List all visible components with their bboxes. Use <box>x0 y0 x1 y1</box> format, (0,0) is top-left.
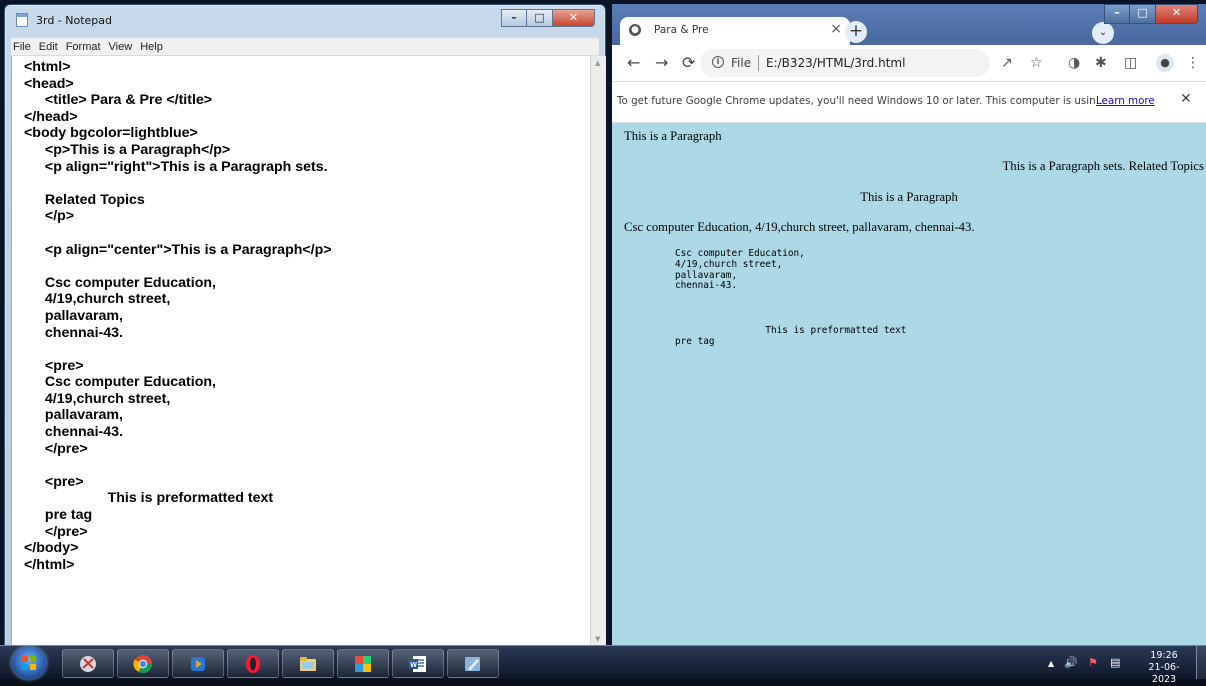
taskbar-snipping-tool[interactable] <box>62 649 114 678</box>
taskbar-opera[interactable] <box>227 649 279 678</box>
chrome-maximize-button[interactable]: □ <box>1130 4 1156 24</box>
chrome-close-button[interactable]: ✕ <box>1156 4 1198 24</box>
notepad-window: 3rd - Notepad – □ ✕ File Edit Format Vie… <box>4 4 606 647</box>
address-paragraph: Csc computer Education, 4/19,church stre… <box>624 220 975 234</box>
menu-help[interactable]: Help <box>136 41 167 53</box>
notepad-vertical-scrollbar[interactable]: ▲ ▼ <box>590 56 606 646</box>
taskbar-media-player[interactable] <box>172 649 224 678</box>
preformatted-block-2: This is preformatted text pre tag <box>675 325 907 347</box>
site-info-icon[interactable]: i <box>712 56 724 68</box>
paint-icon <box>465 657 480 671</box>
taskbar-clock[interactable]: 19:26 21-06-2023 <box>1144 650 1184 686</box>
taskbar-file-explorer[interactable] <box>282 649 334 678</box>
paragraph-center: This is a Paragraph <box>860 190 958 204</box>
extensions-puzzle-icon[interactable]: ✱ <box>1095 54 1107 72</box>
taskbar-chrome[interactable] <box>117 649 169 678</box>
word-icon: W <box>409 656 426 672</box>
notepad-content[interactable]: <html> <head> <title> Para & Pre </title… <box>24 59 332 573</box>
learn-more-link[interactable]: Learn more <box>1096 95 1155 107</box>
svg-text:W: W <box>410 662 417 669</box>
notepad-text-area[interactable]: <html> <head> <title> Para & Pre </title… <box>11 56 590 646</box>
action-center-flag-icon[interactable]: ⚑ <box>1088 656 1098 669</box>
address-separator <box>758 55 759 71</box>
snipping-tool-icon <box>80 656 96 672</box>
taskbar-paint[interactable] <box>447 649 499 678</box>
profile-avatar-icon[interactable]: ● <box>1156 54 1174 72</box>
taskbar-word[interactable]: W <box>392 649 444 678</box>
chrome-window: ● Para & Pre × + ⌄ – □ ✕ ← → ⟳ i File E:… <box>612 4 1206 645</box>
taskbar-color-app[interactable] <box>337 649 389 678</box>
start-button[interactable] <box>12 647 46 679</box>
media-player-icon <box>191 657 205 671</box>
notepad-titlebar[interactable]: 3rd - Notepad – □ ✕ <box>5 5 605 33</box>
address-bar[interactable]: i File E:/B323/HTML/3rd.html <box>700 49 990 77</box>
bookmark-star-icon[interactable]: ☆ <box>1030 54 1043 72</box>
chrome-toolbar: ← → ⟳ i File E:/B323/HTML/3rd.html ↗ ☆ ◑… <box>612 45 1206 81</box>
scroll-up-icon[interactable]: ▲ <box>595 59 600 67</box>
side-panel-icon[interactable]: ◫ <box>1124 54 1137 72</box>
page-content: This is a Paragraph This is a Paragraph … <box>612 122 1206 645</box>
update-infobar: To get future Google Chrome updates, you… <box>612 81 1206 123</box>
notepad-window-controls: – □ ✕ <box>501 9 595 27</box>
network-icon[interactable]: ▤ <box>1110 656 1120 669</box>
clock-date: 21-06-2023 <box>1148 662 1180 685</box>
notepad-title: 3rd - Notepad <box>36 14 113 27</box>
back-icon[interactable]: ← <box>627 54 640 72</box>
menu-view[interactable]: View <box>105 41 137 53</box>
chrome-tab-strip[interactable]: ● Para & Pre × + ⌄ – □ ✕ <box>612 4 1206 45</box>
menu-edit[interactable]: Edit <box>35 41 62 53</box>
clock-time: 19:26 <box>1150 650 1178 661</box>
infobar-message: To get future Google Chrome updates, you… <box>617 95 1106 107</box>
show-desktop-button[interactable] <box>1196 646 1206 679</box>
tab-para-and-pre[interactable]: ● Para & Pre × <box>620 17 850 45</box>
tab-search-button[interactable]: ⌄ <box>1092 22 1114 44</box>
windows-logo-icon <box>22 656 36 670</box>
volume-icon[interactable]: 🔊 <box>1064 656 1078 669</box>
tab-close-icon[interactable]: × <box>830 21 842 37</box>
tray-expand-icon[interactable]: ▲ <box>1048 659 1054 668</box>
infobar-close-icon[interactable]: ✕ <box>1180 91 1192 107</box>
scroll-down-icon[interactable]: ▼ <box>595 635 600 643</box>
globe-icon: ● <box>629 24 641 36</box>
address-url[interactable]: E:/B323/HTML/3rd.html <box>766 56 905 70</box>
chrome-icon <box>133 655 152 674</box>
new-tab-button[interactable]: + <box>845 21 867 43</box>
file-explorer-icon <box>300 657 316 671</box>
menu-file[interactable]: File <box>11 41 35 53</box>
color-app-icon <box>355 656 371 672</box>
paragraph-1: This is a Paragraph <box>624 129 722 143</box>
notepad-menubar: File Edit Format View Help <box>11 38 599 56</box>
menu-kebab-icon[interactable]: ⋮ <box>1186 54 1200 72</box>
chrome-minimize-button[interactable]: – <box>1104 4 1130 24</box>
reload-icon[interactable]: ⟳ <box>682 54 695 72</box>
notepad-app-icon <box>16 13 28 27</box>
taskbar: W ▲ 🔊 ⚑ ▤ 19:26 21-06-2023 <box>0 645 1206 685</box>
maximize-button[interactable]: □ <box>527 9 553 27</box>
chrome-window-controls: – □ ✕ <box>1104 4 1198 24</box>
extension-shield-icon[interactable]: ◑ <box>1068 54 1080 72</box>
address-scheme: File <box>731 56 752 70</box>
opera-icon <box>246 655 260 673</box>
menu-format[interactable]: Format <box>62 41 105 53</box>
close-button[interactable]: ✕ <box>553 9 595 27</box>
paragraph-right: This is a Paragraph sets. Related Topics <box>1002 159 1204 173</box>
preformatted-block-1: Csc computer Education, 4/19,church stre… <box>675 248 805 292</box>
share-icon[interactable]: ↗ <box>1001 54 1013 72</box>
tab-title: Para & Pre <box>654 24 709 36</box>
forward-icon[interactable]: → <box>655 54 668 72</box>
minimize-button[interactable]: – <box>501 9 527 27</box>
